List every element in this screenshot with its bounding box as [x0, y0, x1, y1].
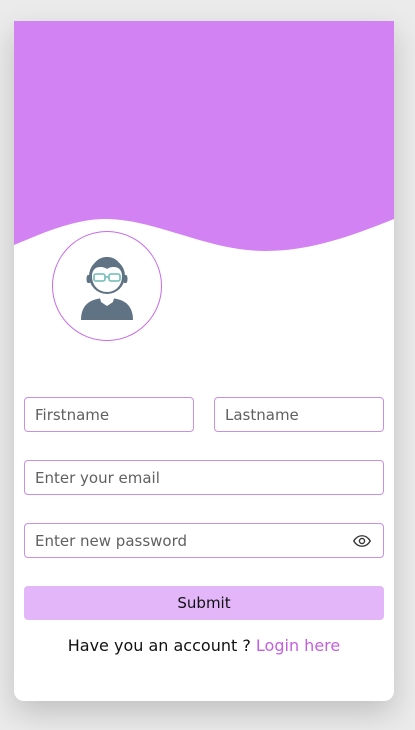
- login-prompt-text: Have you an account ?: [67, 636, 251, 655]
- eye-icon[interactable]: [353, 533, 371, 549]
- lastname-field[interactable]: [214, 397, 384, 432]
- firstname-input[interactable]: [35, 405, 183, 424]
- login-link[interactable]: Login here: [256, 636, 340, 655]
- password-field[interactable]: [24, 523, 384, 558]
- email-field[interactable]: [24, 460, 384, 495]
- submit-button[interactable]: Submit: [24, 586, 384, 620]
- password-input[interactable]: [35, 531, 373, 550]
- header-wave: [14, 21, 394, 251]
- lastname-input[interactable]: [225, 405, 373, 424]
- login-prompt: Have you an account ? Login here: [14, 636, 394, 655]
- user-with-glasses-icon: [81, 257, 133, 320]
- signup-card: Submit Have you an account ? Login here: [14, 21, 394, 701]
- avatar: [52, 231, 162, 341]
- firstname-field[interactable]: [24, 397, 194, 432]
- email-input[interactable]: [35, 468, 373, 487]
